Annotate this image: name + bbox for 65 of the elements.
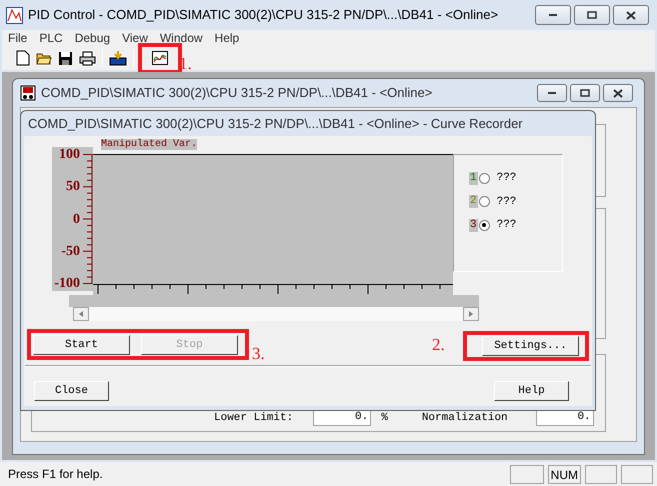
menu-item[interactable]: Help (208, 29, 246, 47)
minimize-icon (548, 13, 558, 17)
maximize-button[interactable] (570, 84, 600, 102)
close-button[interactable] (603, 84, 633, 102)
radio-button[interactable] (478, 196, 490, 208)
download-icon[interactable] (109, 50, 127, 66)
chart-title: Manipulated Var. (101, 139, 198, 150)
dialog-title: COMD_PID\SIMATIC 300(2)\CPU 315-2 PN/DP\...\DB41 - <Online> - Curve Recorder (28, 114, 523, 133)
y-axis-label: 100 (58, 148, 80, 162)
trend-chart-icon[interactable] (152, 51, 168, 65)
status-pane (585, 464, 617, 484)
help-button[interactable]: Help (494, 381, 569, 401)
close-button[interactable] (613, 5, 649, 25)
radio-button[interactable] (478, 172, 490, 184)
unit-label: % (381, 410, 388, 426)
close-icon (613, 88, 623, 98)
maximize-button[interactable] (574, 5, 610, 25)
status-text: Press F1 for help. (8, 466, 103, 483)
window-title: COMD_PID\SIMATIC 300(2)\CPU 315-2 PN/DP\...\DB41 - <Online> (41, 84, 432, 102)
maximize-icon (587, 11, 597, 19)
minimize-button[interactable] (537, 84, 567, 102)
radio-button[interactable] (478, 220, 490, 231)
normalization-field[interactable]: 0. (536, 410, 594, 426)
close-dialog-button[interactable]: Close (34, 381, 109, 401)
y-axis-label: -100 (53, 277, 80, 291)
app-icon (6, 6, 23, 24)
save-icon[interactable] (58, 50, 73, 66)
lower-limit-field[interactable]: 0. (313, 410, 372, 426)
annotation-number: 3. (252, 343, 265, 365)
printer-icon[interactable] (79, 50, 96, 66)
menu-item[interactable]: PLC (33, 29, 69, 47)
open-folder-icon[interactable] (36, 51, 52, 65)
menu-item[interactable]: File (2, 29, 34, 47)
new-file-icon[interactable] (16, 50, 30, 66)
curve-number: 1 (469, 172, 478, 185)
right-arrow-icon (469, 311, 473, 317)
num-lock-indicator: NUM (548, 464, 581, 484)
settings-button[interactable]: Settings... (482, 336, 579, 356)
annotation-number: 2. (432, 334, 445, 356)
y-axis-label: -50 (60, 244, 80, 259)
minimize-icon (547, 91, 557, 95)
y-axis-label: 50 (65, 180, 80, 194)
curve-label: ??? (496, 218, 516, 233)
curve-number: 3 (469, 218, 478, 232)
menu-item[interactable]: View (116, 29, 154, 47)
data-block-icon (20, 85, 36, 101)
start-button[interactable]: Start (33, 335, 130, 355)
status-pane (621, 464, 653, 484)
menu-item[interactable]: Window (154, 29, 209, 47)
horizontal-scrollbar[interactable] (73, 307, 479, 321)
window-title: PID Control - COMD_PID\SIMATIC 300(2)\CPU 315-2 PN/DP\...\DB41 - <Online> (28, 6, 498, 24)
status-pane (510, 464, 544, 484)
curve-number: 2 (469, 195, 478, 208)
y-axis-label: 0 (72, 212, 80, 226)
normalization-label: Normalization (422, 410, 508, 426)
left-arrow-icon (79, 311, 83, 317)
maximize-icon (580, 89, 590, 97)
close-icon (626, 10, 636, 20)
scroll-right-button[interactable] (463, 307, 479, 321)
lower-limit-label: Lower Limit: (214, 410, 294, 426)
minimize-button[interactable] (535, 5, 571, 25)
scroll-left-button[interactable] (73, 307, 89, 321)
menu-item[interactable]: Debug (68, 29, 116, 47)
curve-label: ??? (496, 194, 516, 210)
curve-label: ??? (496, 171, 516, 186)
